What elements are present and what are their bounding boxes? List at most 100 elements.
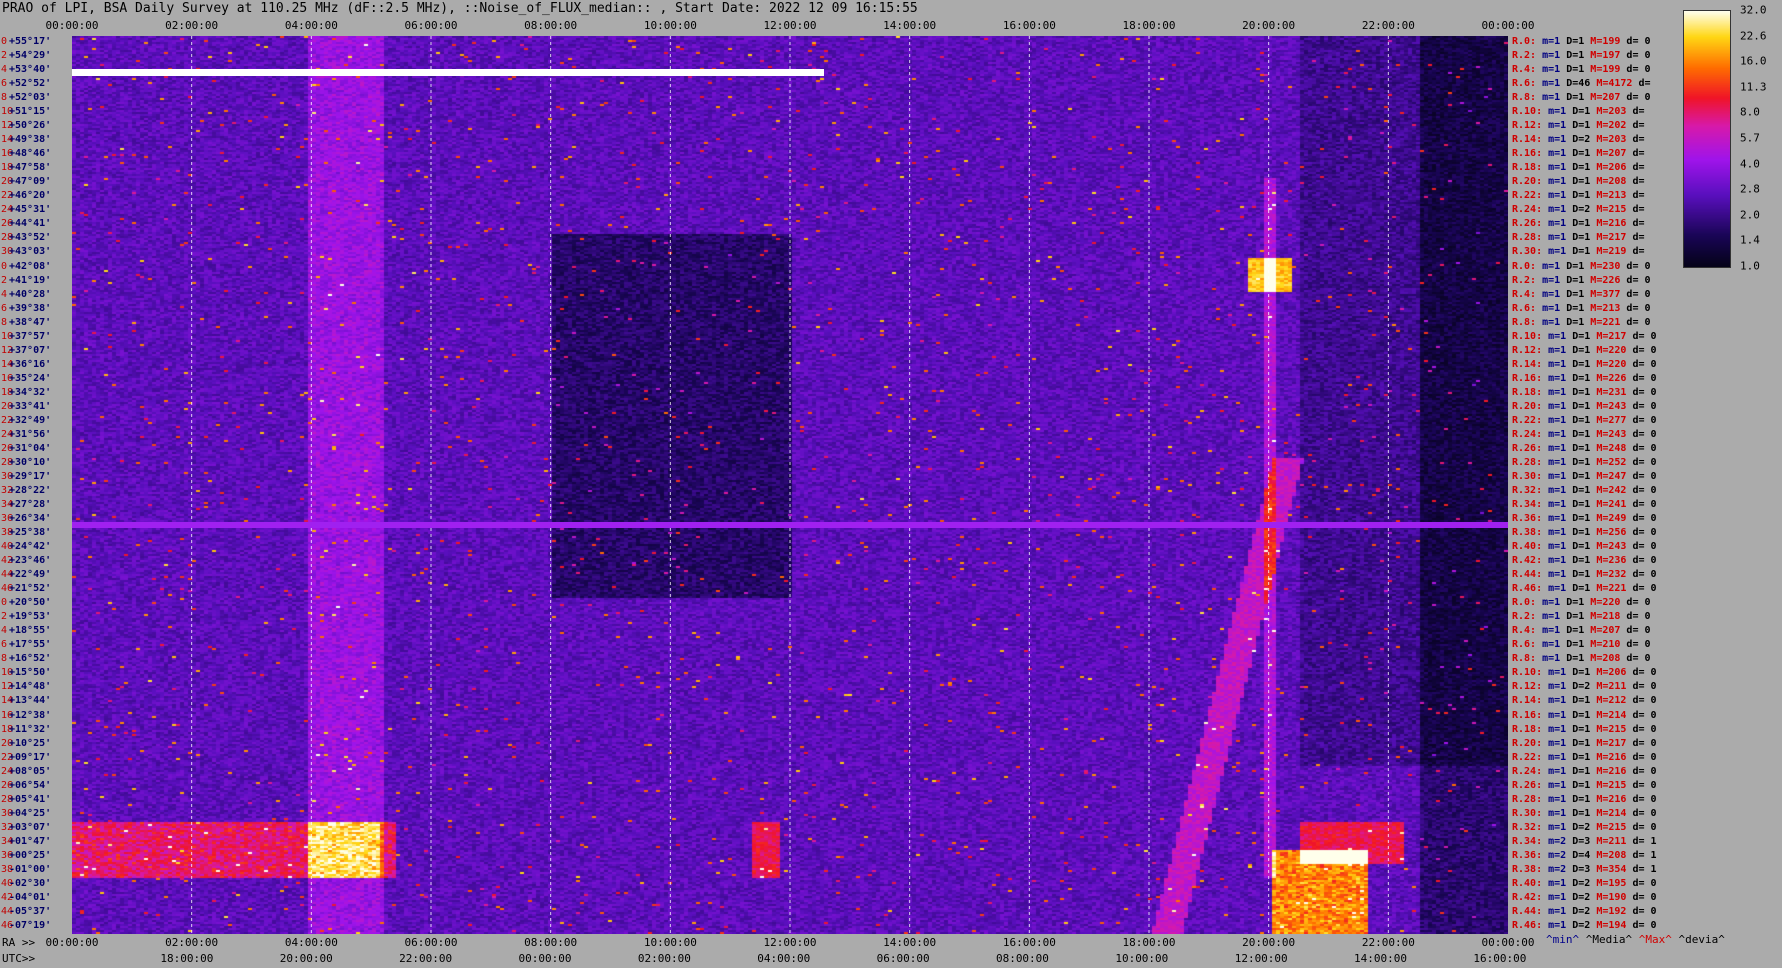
beam-stat-row: R.40: m=1 D=1 M=243 d= 0 <box>1512 541 1657 553</box>
utc-tick: 10:00:00 <box>1115 952 1169 965</box>
declination-label: 2 +19°53' <box>1 611 52 623</box>
utc-tick: 22:00:00 <box>399 952 453 965</box>
declination-label: 12+37°07' <box>1 344 52 356</box>
beam-stat-row: R.38: m=2 D=3 M=354 d= 1 <box>1512 863 1657 875</box>
beam-stat-row: R.14: m=1 D=1 M=212 d= 0 <box>1512 695 1657 707</box>
beam-stat-row: R.8: m=1 D=1 M=207 d= 0 <box>1512 92 1651 104</box>
declination-label: 44+22°49' <box>1 569 52 581</box>
legend-max: ^Max^ <box>1638 933 1672 946</box>
beam-stat-row: R.46: m=1 D=2 M=194 d= 0 <box>1512 919 1657 931</box>
colorbar-tick-label: 11.3 <box>1740 80 1767 94</box>
declination-label: 20+10°25' <box>1 737 52 749</box>
colorbar-tick-label: 4.0 <box>1740 157 1760 171</box>
ra-tick: 08:00:00 <box>524 936 578 949</box>
ra-tick: 04:00:00 <box>284 936 338 949</box>
declination-label: 6 +39°38' <box>1 302 52 314</box>
beam-stat-row: R.12: m=1 D=1 M=202 d= <box>1512 120 1645 132</box>
beam-stat-row: R.46: m=1 D=1 M=221 d= 0 <box>1512 583 1657 595</box>
beam-stat-row: R.24: m=1 D=1 M=216 d= 0 <box>1512 765 1657 777</box>
declination-label: 30+29°17' <box>1 470 52 482</box>
declination-label: 38-01°00' <box>1 863 52 875</box>
declination-label: 20+47°09' <box>1 176 52 188</box>
declination-label: 12+50°26' <box>1 120 52 132</box>
beam-stat-row: R.12: m=1 D=2 M=211 d= 0 <box>1512 681 1657 693</box>
declination-label: 14+13°44' <box>1 695 52 707</box>
top-time-tick: 12:00:00 <box>763 19 817 32</box>
declination-label: 40+24°42' <box>1 541 52 553</box>
declination-label: 24+45°31' <box>1 204 52 216</box>
colorbar-tick-label: 22.6 <box>1740 29 1767 43</box>
beam-stat-row: R.20: m=1 D=1 M=243 d= 0 <box>1512 400 1657 412</box>
beam-stat-row: R.24: m=1 D=1 M=243 d= 0 <box>1512 428 1657 440</box>
beam-stat-row: R.42: m=1 D=1 M=236 d= 0 <box>1512 555 1657 567</box>
utc-tick: 08:00:00 <box>995 952 1049 965</box>
utc-tick: 16:00:00 <box>1473 952 1527 965</box>
beam-stat-row: R.30: m=1 D=1 M=247 d= 0 <box>1512 470 1657 482</box>
top-time-tick: 00:00:00 <box>45 19 99 32</box>
beam-stat-row: R.38: m=1 D=1 M=256 d= 0 <box>1512 527 1657 539</box>
legend-median: ^Media^ <box>1585 933 1633 946</box>
declination-label: 40-02°30' <box>1 877 52 889</box>
declination-label: 20+33°41' <box>1 400 52 412</box>
beam-stat-row: R.10: m=1 D=1 M=217 d= 0 <box>1512 330 1657 342</box>
beam-stat-row: R.24: m=1 D=2 M=215 d= <box>1512 204 1645 216</box>
declination-label: 34+27°28' <box>1 499 52 511</box>
utc-tick: 00:00:00 <box>518 952 572 965</box>
beam-stat-row: R.42: m=1 D=2 M=190 d= 0 <box>1512 891 1657 903</box>
declination-label: 18+11°32' <box>1 723 52 735</box>
colorbar-tick-label: 16.0 <box>1740 54 1767 68</box>
declination-label: 14+49°38' <box>1 134 52 146</box>
beam-stat-row: R.8: m=1 D=1 M=221 d= 0 <box>1512 316 1651 328</box>
declination-label: 18+34°32' <box>1 386 52 398</box>
declination-label: 44-05°37' <box>1 905 52 917</box>
declination-label: 28+43°52' <box>1 232 52 244</box>
beam-stat-row: R.34: m=1 D=1 M=241 d= 0 <box>1512 499 1657 511</box>
beam-stat-row: R.20: m=1 D=1 M=208 d= <box>1512 176 1645 188</box>
declination-label: 36+00°25' <box>1 849 52 861</box>
ra-tick: 00:00:00 <box>1481 936 1535 949</box>
declination-label: 10+37°57' <box>1 330 52 342</box>
declination-label: 0 +42°08' <box>1 260 52 272</box>
beam-stat-row: R.16: m=1 D=1 M=226 d= 0 <box>1512 372 1657 384</box>
beam-stat-row: R.44: m=1 D=1 M=232 d= 0 <box>1512 569 1657 581</box>
beam-stat-row: R.36: m=2 D=4 M=208 d= 1 <box>1512 849 1657 861</box>
utc-tick: 06:00:00 <box>876 952 930 965</box>
beam-stat-row: R.18: m=1 D=1 M=206 d= <box>1512 162 1645 174</box>
colorbar-tick-label: 32.0 <box>1740 3 1767 17</box>
beam-stat-row: R.26: m=1 D=1 M=216 d= <box>1512 218 1645 230</box>
beam-stat-row: R.6: m=1 D=1 M=210 d= 0 <box>1512 639 1651 651</box>
declination-label: 22+32°49' <box>1 414 52 426</box>
beam-stat-row: R.30: m=1 D=1 M=214 d= 0 <box>1512 807 1657 819</box>
declination-label: 36+26°34' <box>1 513 52 525</box>
beam-stat-row: R.14: m=1 D=1 M=220 d= 0 <box>1512 358 1657 370</box>
beam-stat-row: R.16: m=1 D=1 M=207 d= <box>1512 148 1645 160</box>
declination-label: 14+36°16' <box>1 358 52 370</box>
beam-stat-row: R.22: m=1 D=1 M=277 d= 0 <box>1512 414 1657 426</box>
declination-label: 2 +54°29' <box>1 50 52 62</box>
declination-label: 6 +17°55' <box>1 639 52 651</box>
declination-label: 26+06°54' <box>1 779 52 791</box>
declination-label: 42+23°46' <box>1 555 52 567</box>
declination-label: 42-04°01' <box>1 891 52 903</box>
ra-tick: 18:00:00 <box>1122 936 1176 949</box>
beam-stat-row: R.2: m=1 D=1 M=226 d= 0 <box>1512 274 1651 286</box>
beam-stat-row: R.28: m=1 D=1 M=216 d= 0 <box>1512 793 1657 805</box>
colorbar-tick-label: 5.7 <box>1740 131 1760 145</box>
top-time-tick: 18:00:00 <box>1122 19 1176 32</box>
beam-stat-row: R.6: m=1 D=46 M=4172 d= <box>1512 78 1651 90</box>
declination-label: 16+48°46' <box>1 148 52 160</box>
beam-stat-row: R.28: m=1 D=1 M=252 d= 0 <box>1512 456 1657 468</box>
colorbar-tick-label: 1.4 <box>1740 233 1760 247</box>
beam-stat-row: R.22: m=1 D=1 M=213 d= <box>1512 190 1645 202</box>
chart-title: PRAO of LPI, BSA Daily Survey at 110.25 … <box>2 1 918 16</box>
colorbar-gradient <box>1684 11 1730 267</box>
beam-stat-row: R.30: m=1 D=1 M=219 d= <box>1512 246 1645 258</box>
utc-tick: 12:00:00 <box>1234 952 1288 965</box>
ra-tick: 12:00:00 <box>763 936 817 949</box>
ra-tick: 20:00:00 <box>1242 936 1296 949</box>
beam-stat-row: R.2: m=1 D=1 M=197 d= 0 <box>1512 50 1651 62</box>
top-time-tick: 08:00:00 <box>524 19 578 32</box>
declination-label: 12+14°48' <box>1 681 52 693</box>
declination-label: 4 +53°40' <box>1 64 52 76</box>
beam-stat-row: R.40: m=1 D=2 M=195 d= 0 <box>1512 877 1657 889</box>
